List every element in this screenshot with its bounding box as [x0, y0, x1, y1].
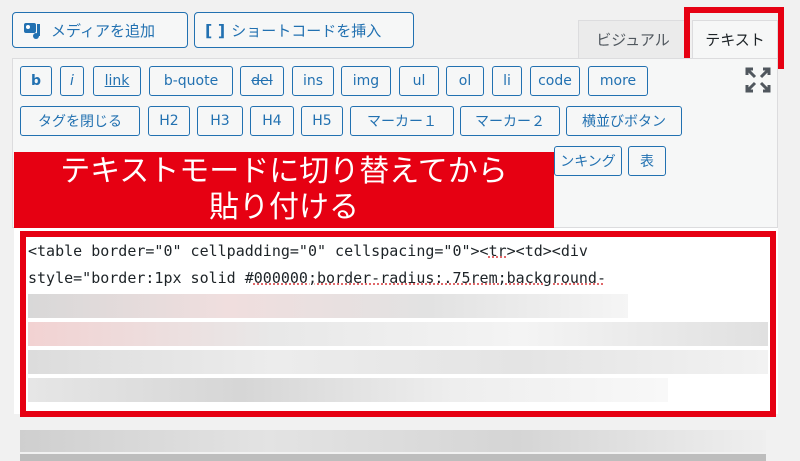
- quicktag-row1-11-button[interactable]: more: [588, 66, 648, 96]
- quicktag-row2-3-button[interactable]: H4: [250, 106, 294, 136]
- quicktag-row2-1-button[interactable]: H2: [148, 106, 190, 136]
- quicktag-row1-7-button[interactable]: ul: [399, 66, 439, 96]
- add-media-label: メディアを追加: [51, 21, 155, 40]
- quicktag-row1-3-button[interactable]: b-quote: [149, 66, 233, 96]
- annotation-line2: 貼り付ける: [209, 190, 359, 225]
- quicktag-row2-5-button[interactable]: マーカー１: [350, 106, 454, 136]
- media-icon: [24, 23, 40, 39]
- quicktag-row1-9-button[interactable]: li: [492, 66, 522, 96]
- quicktag-row1-6-button[interactable]: img: [341, 66, 391, 96]
- insert-shortcode-label: ショートコードを挿入: [231, 21, 382, 40]
- quicktag-row1-0-button[interactable]: b: [20, 66, 52, 96]
- add-media-button[interactable]: メディアを追加: [12, 12, 188, 48]
- insert-shortcode-button[interactable]: [ ] ショートコードを挿入: [194, 12, 414, 48]
- fullscreen-icon[interactable]: [744, 66, 772, 94]
- quicktag-row2-2-button[interactable]: H3: [197, 106, 243, 136]
- quicktag-row3_visible-0-button[interactable]: ンキング: [554, 146, 622, 176]
- quicktag-row2-0-button[interactable]: タグを閉じる: [20, 106, 140, 136]
- quicktag-row1-5-button[interactable]: ins: [292, 66, 334, 96]
- annotation-line1: テキストモードに切り替えてから: [60, 154, 508, 189]
- tab-visual[interactable]: ビジュアル: [578, 20, 688, 58]
- tab-visual-label: ビジュアル: [596, 31, 670, 49]
- blurred-below-2: [20, 454, 766, 461]
- blurred-below-1: [20, 430, 766, 452]
- quicktag-row1-10-button[interactable]: code: [530, 66, 580, 96]
- quicktag-row1-4-button[interactable]: del: [240, 66, 284, 96]
- annotation-banner: テキストモードに切り替えてから 貼り付ける: [14, 152, 554, 230]
- quicktag-row1-2-button[interactable]: link: [93, 66, 141, 96]
- shortcode-icon: [ ]: [205, 20, 226, 40]
- quicktag-row2-7-button[interactable]: 横並びボタン: [566, 106, 682, 136]
- quicktag-row3_visible-1-button[interactable]: 表: [628, 146, 666, 176]
- editor-highlight: [20, 231, 776, 417]
- quicktag-row1-8-button[interactable]: ol: [446, 66, 484, 96]
- quicktag-row1-1-button[interactable]: i: [60, 66, 84, 96]
- quicktag-row2-4-button[interactable]: H5: [301, 106, 343, 136]
- quicktag-row2-6-button[interactable]: マーカー２: [460, 106, 560, 136]
